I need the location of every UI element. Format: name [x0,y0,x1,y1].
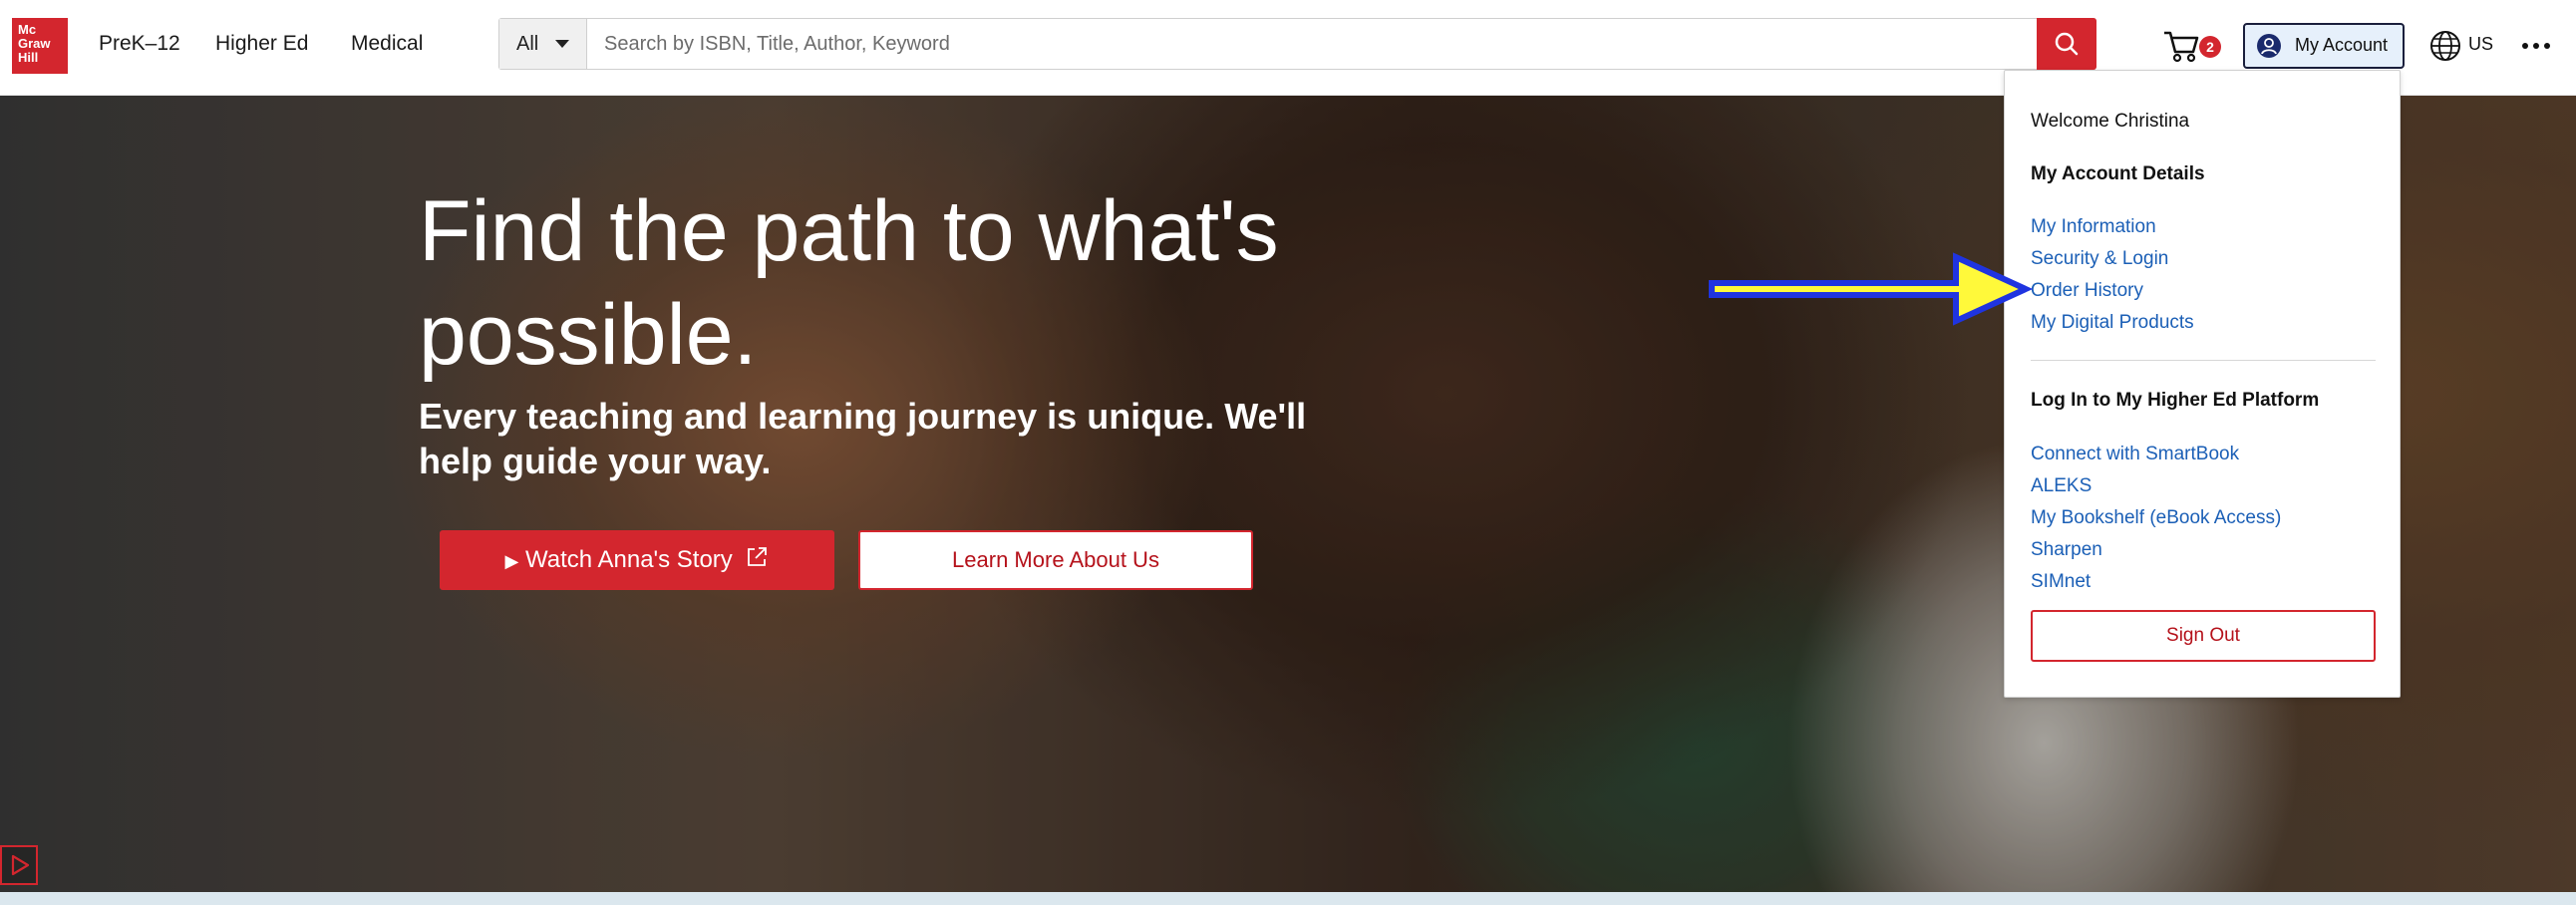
account-details-heading: My Account Details [2031,163,2205,184]
logo-line-3: Hill [18,50,39,65]
video-play-toggle[interactable] [0,845,38,885]
my-account-label: My Account [2295,35,2389,55]
menu-link-sharpen[interactable]: Sharpen [2031,539,2102,561]
play-icon: ▶ [504,551,519,571]
menu-link-my-digital-products[interactable]: My Digital Products [2031,312,2194,334]
menu-link-my-information[interactable]: My Information [2031,216,2156,238]
chevron-down-icon [555,40,569,48]
page-bottom-strip [0,892,2576,905]
account-dropdown-menu: Welcome Christina My Account Details My … [2004,70,2401,698]
my-account-button[interactable]: My Account [2243,23,2405,69]
region-label[interactable]: US [2468,34,2493,55]
nav-link-prek12[interactable]: PreK–12 [99,32,180,56]
user-avatar-icon [2257,34,2281,58]
hero-headline: Find the path to what's possible. [419,183,1279,383]
welcome-message: Welcome Christina [2031,111,2190,132]
search-icon [2055,32,2079,56]
logo-line-1: Mc [18,22,37,37]
cart-icon[interactable] [2161,28,2201,64]
learn-more-button[interactable]: Learn More About Us [858,530,1253,590]
search-category-value: All [516,33,539,55]
mcgraw-hill-logo[interactable]: Mc Graw Hill [12,18,68,74]
watch-story-label: Watch Anna's Story [525,546,733,573]
more-options-icon[interactable] [2522,30,2552,60]
logo-line-2: Graw [18,36,51,51]
menu-link-smartbook[interactable]: Connect with SmartBook [2031,444,2239,465]
search-input[interactable] [588,19,2034,69]
play-outline-icon [11,854,30,876]
menu-divider [2031,360,2376,361]
nav-link-higher-ed[interactable]: Higher Ed [215,32,308,56]
menu-link-security-login[interactable]: Security & Login [2031,248,2168,270]
external-link-icon [748,547,768,566]
menu-link-order-history[interactable]: Order History [2031,280,2143,302]
nav-link-medical[interactable]: Medical [351,32,423,56]
sign-out-button[interactable]: Sign Out [2031,610,2376,662]
menu-link-aleks[interactable]: ALEKS [2031,475,2092,497]
watch-story-button[interactable]: ▶ Watch Anna's Story [440,530,834,590]
search-bar: All [498,18,2096,70]
annotation-arrow-icon [1709,252,2034,326]
platform-heading: Log In to My Higher Ed Platform [2031,390,2320,411]
menu-link-simnet[interactable]: SIMnet [2031,571,2091,593]
menu-link-bookshelf[interactable]: My Bookshelf (eBook Access) [2031,507,2281,529]
hero-subhead: Every teaching and learning journey is u… [419,396,1307,481]
search-category-select[interactable]: All [499,19,587,69]
search-button[interactable] [2037,18,2096,70]
cart-count-badge: 2 [2199,36,2221,58]
globe-icon[interactable] [2428,29,2462,63]
